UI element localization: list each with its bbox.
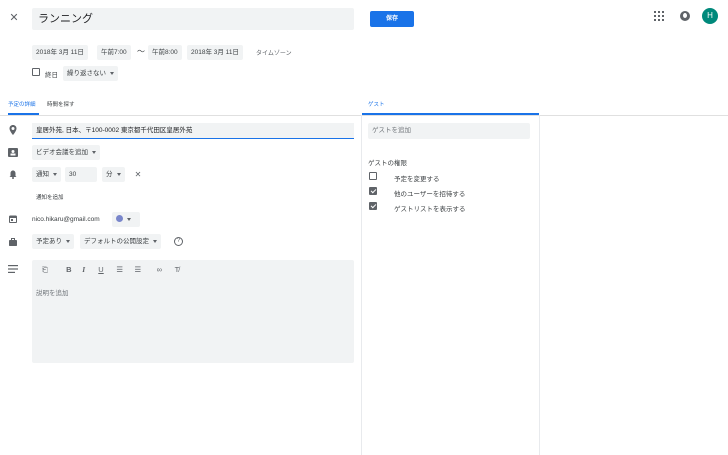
start-time-field[interactable]: 午前7:00: [97, 45, 131, 60]
chevron-down-icon: [127, 217, 131, 221]
busy-status-label: 予定あり: [36, 238, 62, 245]
help-icon[interactable]: ?: [174, 237, 183, 246]
save-button[interactable]: 保存: [370, 11, 414, 27]
bold-icon[interactable]: B: [66, 265, 80, 274]
visibility-label: デフォルトの公開設定: [84, 238, 149, 245]
permission-modify-event[interactable]: [369, 172, 377, 182]
chevron-down-icon: [153, 239, 157, 243]
location-input[interactable]: 皇居外苑, 日本、〒100-0002 東京都千代田区皇居外苑: [32, 123, 354, 139]
chevron-down-icon: [66, 239, 70, 243]
permission-see-list-label: ゲストリストを表示する: [394, 206, 466, 213]
notification-unit-dropdown[interactable]: 分: [102, 167, 125, 182]
attachment-icon[interactable]: ⎗: [42, 265, 52, 275]
calendar-owner-email: nico.hikaru@gmail.com: [32, 216, 100, 223]
description-editor[interactable]: ⎗ B I U ☰ ☰ ∞ T̸ 説明を追加: [32, 260, 354, 363]
location-value: 皇居外苑, 日本、〒100-0002 東京都千代田区皇居外苑: [36, 127, 193, 134]
account-status-icon[interactable]: [680, 11, 690, 21]
all-day-checkbox[interactable]: [32, 68, 40, 78]
bulleted-list-icon[interactable]: ☰: [134, 265, 154, 274]
add-conference-button[interactable]: ビデオ会議を追加: [32, 145, 100, 160]
permission-invite-checkbox[interactable]: [369, 187, 377, 195]
notification-amount-value: 30: [69, 171, 77, 178]
add-notification-link[interactable]: 通知を追加: [36, 193, 64, 201]
title-input[interactable]: ランニング: [32, 8, 354, 30]
permission-see-guest-list[interactable]: [369, 202, 377, 212]
add-conference-label: ビデオ会議を追加: [36, 149, 88, 156]
tabs-divider: [0, 115, 728, 116]
chevron-down-icon: [53, 172, 57, 176]
avatar[interactable]: H: [702, 8, 718, 24]
description-icon: [8, 265, 18, 273]
start-date-field[interactable]: 2018年 3月 11日: [32, 45, 88, 60]
visibility-dropdown[interactable]: デフォルトの公開設定: [80, 234, 161, 249]
chevron-down-icon: [116, 172, 121, 176]
chevron-down-icon: [92, 150, 96, 154]
time-separator: ～: [137, 47, 145, 56]
remove-notification-icon[interactable]: ✕: [133, 170, 143, 180]
calendar-color-swatch: [116, 215, 123, 223]
busy-status-dropdown[interactable]: 予定あり: [32, 234, 74, 249]
tab-find-time-label: 時間を探す: [47, 102, 75, 108]
permission-invite-others[interactable]: [369, 187, 377, 197]
underline-icon[interactable]: U: [98, 265, 114, 274]
guests-panel-divider: [361, 115, 362, 455]
apps-grid-icon[interactable]: [654, 11, 664, 21]
notification-type-dropdown[interactable]: 通知: [32, 167, 61, 182]
formatting-toolbar: ⎗ B I U ☰ ☰ ∞ T̸: [40, 265, 185, 277]
close-icon[interactable]: ✕: [8, 13, 20, 25]
guest-search-input[interactable]: ゲストを追加: [368, 123, 530, 139]
italic-icon[interactable]: I: [82, 265, 96, 274]
tab-guests-label: ゲスト: [368, 102, 385, 108]
calendar-icon: [9, 215, 17, 223]
all-day-label: 終日: [45, 72, 58, 79]
link-icon[interactable]: ∞: [157, 265, 173, 274]
bell-icon: [9, 170, 17, 179]
numbered-list-icon[interactable]: ☰: [116, 265, 132, 274]
tab-find-time[interactable]: 時間を探す: [47, 100, 75, 108]
avatar-initial: H: [707, 11, 713, 20]
tab-event-details[interactable]: 予定の詳細: [8, 100, 36, 108]
notification-unit-label: 分: [106, 171, 113, 178]
end-date-field[interactable]: 2018年 3月 11日: [187, 45, 243, 60]
permission-modify-label: 予定を変更する: [394, 176, 440, 183]
tab-guests[interactable]: ゲスト: [368, 100, 385, 108]
repeat-dropdown[interactable]: 繰り返さない: [63, 66, 118, 81]
clear-formatting-icon[interactable]: T̸: [175, 265, 185, 274]
permission-see-list-checkbox[interactable]: [369, 202, 377, 210]
permission-invite-label: 他のユーザーを招待する: [394, 191, 466, 198]
location-pin-icon: [8, 125, 18, 135]
save-button-label: 保存: [385, 16, 398, 22]
tab-event-details-label: 予定の詳細: [8, 102, 36, 108]
repeat-dropdown-label: 繰り返さない: [67, 70, 106, 77]
title-text: ランニング: [38, 13, 93, 25]
guest-permissions-title: ゲストの権限: [368, 160, 407, 167]
guest-search-placeholder: ゲストを追加: [372, 127, 411, 134]
timezone-link[interactable]: タイムゾーン: [256, 48, 292, 57]
all-day-checkbox-box[interactable]: [32, 68, 40, 76]
right-panel-divider: [539, 115, 540, 455]
chevron-down-icon: [110, 71, 114, 75]
description-placeholder: 説明を追加: [36, 290, 69, 297]
calendar-color-dropdown[interactable]: [112, 212, 140, 227]
notification-type-label: 通知: [36, 171, 49, 178]
end-time-field[interactable]: 午前8:00: [148, 45, 182, 60]
briefcase-icon: [9, 238, 17, 246]
video-conference-icon: [8, 148, 18, 157]
permission-modify-checkbox[interactable]: [369, 172, 377, 180]
notification-amount-input[interactable]: 30: [65, 167, 97, 182]
